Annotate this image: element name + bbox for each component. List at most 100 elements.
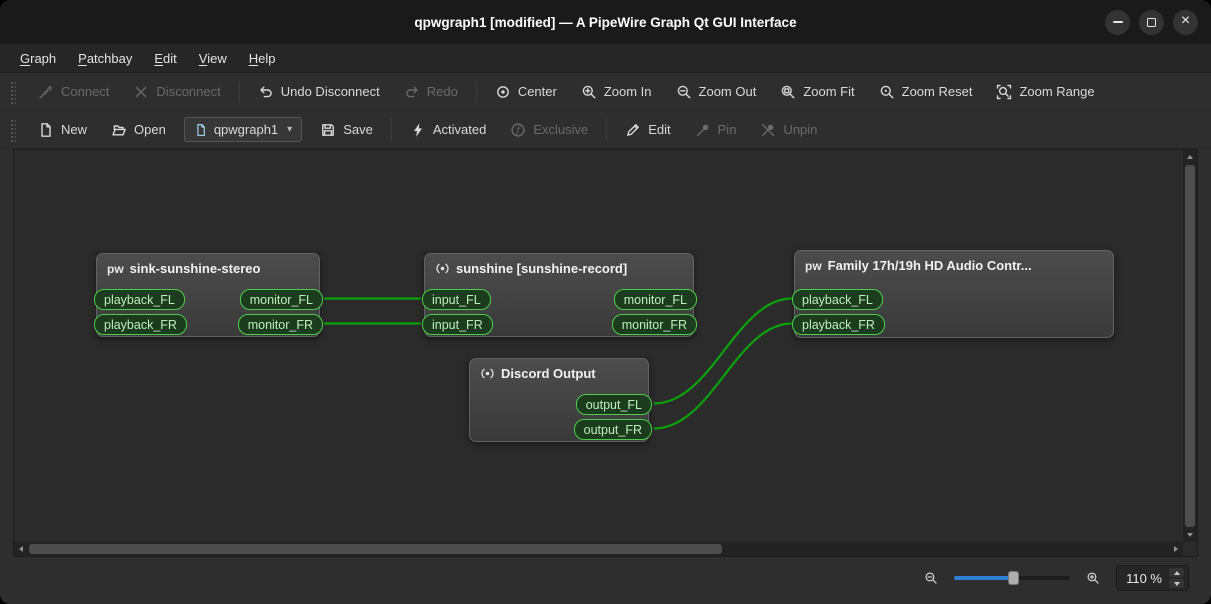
zoom-decrement-button[interactable]	[1169, 579, 1184, 588]
edit-label: Edit	[648, 122, 671, 137]
vertical-scrollbar[interactable]	[1183, 150, 1197, 542]
graph-port[interactable]: monitor_FR	[237, 314, 323, 335]
menu-graph-label: raph	[30, 50, 57, 66]
title-bar[interactable]: qpwgraph1 [modified] — A PipeWire Graph …	[0, 0, 1211, 44]
menu-patchbay[interactable]: Patchbay	[68, 48, 142, 69]
menu-help-mnemonic: H	[248, 50, 259, 66]
menu-view-mnemonic: V	[198, 50, 208, 66]
graph-port[interactable]: playback_FR	[792, 314, 885, 335]
undo-button[interactable]: Undo Disconnect	[247, 78, 391, 106]
graph-port[interactable]: output_FL	[575, 394, 652, 415]
statusbar-zoom-out-button[interactable]	[920, 568, 942, 588]
zoom-in-icon	[582, 85, 596, 98]
node-title: sink-sunshine-stereo	[129, 261, 261, 276]
zoom-reset-label: Zoom Reset	[901, 84, 973, 99]
statusbar-zoom-in-button[interactable]	[1082, 568, 1104, 588]
disconnect-button[interactable]: Disconnect	[122, 78, 231, 106]
zoom-out-button[interactable]: Zoom Out	[665, 78, 768, 106]
node-sunshine-record[interactable]: sunshine [sunshine-record] input_FL inpu…	[422, 253, 697, 337]
graph-port[interactable]: playback_FL	[94, 289, 185, 310]
zoom-out-icon	[677, 85, 691, 98]
activated-toggle[interactable]: Activated	[399, 116, 497, 144]
menu-help[interactable]: Help	[239, 48, 286, 69]
zoom-in-icon	[1087, 572, 1099, 584]
open-label: Open	[134, 122, 166, 137]
node-title: Discord Output	[501, 366, 596, 381]
save-patchbay-button[interactable]: Save	[309, 116, 384, 144]
graph-port[interactable]: monitor_FL	[613, 289, 697, 310]
new-patchbay-button[interactable]: New	[27, 116, 98, 144]
horizontal-scrollbar-thumb[interactable]	[29, 544, 722, 554]
pipewire-icon: pw	[107, 261, 124, 276]
graph-port[interactable]: output_FR	[573, 419, 652, 440]
maximize-button[interactable]	[1139, 9, 1164, 35]
graph-port[interactable]: monitor_FR	[611, 314, 697, 335]
zoom-slider[interactable]	[954, 571, 1071, 585]
zoom-slider-handle[interactable]	[1008, 571, 1020, 585]
menu-edit[interactable]: Edit	[144, 48, 186, 69]
connect-icon	[39, 85, 53, 98]
open-patchbay-button[interactable]: Open	[100, 116, 177, 144]
close-button[interactable]: ×	[1173, 9, 1198, 35]
connections-layer	[323, 297, 793, 430]
menu-view[interactable]: View	[189, 48, 237, 69]
zoom-fit-button[interactable]: Zoom Fit	[769, 78, 865, 106]
zoom-spinbox[interactable]: 110 %	[1116, 565, 1189, 591]
scroll-left-button[interactable]	[14, 542, 28, 556]
redo-button[interactable]: Redo	[393, 78, 469, 106]
graph-port[interactable]: playback_FR	[94, 314, 187, 335]
node-discord-output[interactable]: Discord Output output_FL output_FR	[469, 358, 652, 442]
arrow-down-icon	[1187, 533, 1193, 537]
pin-button[interactable]: Pin	[684, 116, 748, 144]
node-family-hd-audio[interactable]: pw Family 17h/19h HD Audio Contr... play…	[792, 250, 1114, 338]
new-file-icon	[41, 122, 51, 137]
graph-canvas[interactable]: pw sink-sunshine-stereo playback_FL play…	[14, 150, 1183, 542]
zoom-spin-buttons	[1169, 568, 1184, 588]
exclusive-toggle[interactable]: f Exclusive	[499, 116, 599, 144]
vertical-scrollbar-thumb[interactable]	[1185, 165, 1195, 527]
connect-button[interactable]: Connect	[27, 78, 120, 106]
status-bar: 110 %	[0, 561, 1211, 595]
patchbay-selector-value: qpwgraph1	[213, 122, 279, 137]
scroll-up-button[interactable]	[1183, 150, 1197, 164]
center-button[interactable]: Center	[484, 78, 568, 106]
edit-toggle[interactable]: Edit	[614, 116, 681, 144]
menu-edit-mnemonic: E	[154, 50, 164, 66]
node-title-bar: pw Family 17h/19h HD Audio Contr...	[795, 251, 1113, 273]
menu-help-label: elp	[258, 50, 276, 66]
pin-icon	[696, 124, 709, 136]
graph-port[interactable]: playback_FL	[792, 289, 883, 310]
arrow-up-icon	[1173, 570, 1180, 575]
node-sink-sunshine-stereo[interactable]: pw sink-sunshine-stereo playback_FL play…	[94, 253, 323, 337]
graph-port[interactable]: monitor_FL	[239, 289, 323, 310]
zoom-value: 110 %	[1126, 570, 1162, 586]
node-title: sunshine [sunshine-record]	[456, 261, 628, 276]
toolbar-grip-handle[interactable]	[9, 79, 16, 104]
zoom-reset-button[interactable]: Zoom Reset	[868, 78, 984, 106]
menu-graph[interactable]: Graph	[10, 48, 66, 69]
zoom-in-button[interactable]: Zoom In	[570, 78, 663, 106]
toolbar-grip-handle[interactable]	[9, 117, 16, 142]
menu-patchbay-label: atchbay	[86, 50, 133, 66]
node-title-bar: Discord Output	[470, 359, 648, 381]
graph-port[interactable]: input_FR	[422, 314, 493, 335]
open-folder-icon	[112, 124, 126, 135]
scroll-right-button[interactable]	[1169, 542, 1183, 556]
zoom-increment-button[interactable]	[1169, 568, 1184, 577]
unpin-icon	[762, 123, 775, 136]
graph-port[interactable]: input_FL	[422, 289, 491, 310]
unpin-label: Unpin	[783, 122, 818, 137]
horizontal-scrollbar[interactable]	[14, 542, 1183, 556]
pencil-icon	[627, 123, 640, 136]
zoom-fit-label: Zoom Fit	[803, 84, 855, 99]
patchbay-selector[interactable]: qpwgraph1 ▾	[183, 117, 303, 142]
arrow-right-icon	[1174, 546, 1178, 552]
scroll-down-button[interactable]	[1183, 528, 1197, 542]
connection-edge[interactable]	[653, 322, 793, 430]
unpin-button[interactable]: Unpin	[749, 116, 828, 144]
minimize-button[interactable]	[1105, 9, 1130, 35]
save-icon	[322, 123, 335, 136]
node-title-bar: sunshine [sunshine-record]	[425, 254, 693, 276]
zoom-reset-icon	[880, 85, 894, 98]
zoom-range-button[interactable]: Zoom Range	[985, 78, 1105, 106]
